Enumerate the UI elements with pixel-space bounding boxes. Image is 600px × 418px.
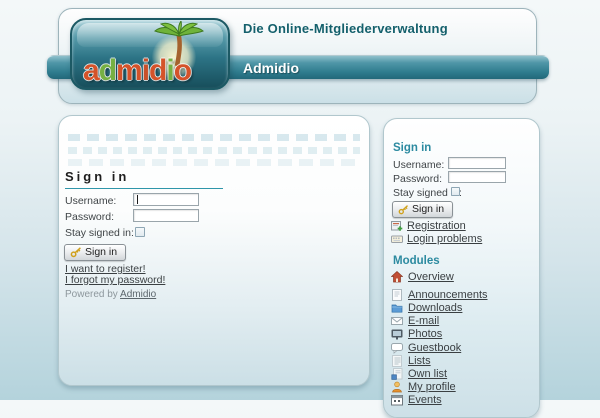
page-title: Sign in (65, 169, 223, 189)
registration-link[interactable]: Registration (407, 220, 466, 232)
logo-wordmark: admidio (83, 54, 192, 87)
keyboard-icon (391, 235, 403, 243)
calendar-icon (391, 395, 403, 406)
module-item-announcements: Announcements (391, 288, 488, 301)
key-icon (70, 247, 81, 258)
login-problems-link[interactable]: Login problems (407, 233, 482, 245)
envelope-icon (391, 317, 403, 326)
watermark-texture (68, 147, 360, 154)
watermark-texture (68, 134, 360, 141)
list-icon (392, 354, 402, 367)
module-item-photos: Photos (391, 328, 488, 341)
powered-by: Powered by Admidio (65, 289, 156, 300)
announcement-icon (392, 288, 402, 301)
module-link-my-profile[interactable]: My profile (408, 381, 456, 393)
sidebar-password-input[interactable] (448, 171, 506, 183)
organization-name: Admidio (243, 60, 299, 76)
module-item-my-profile: My profile (391, 381, 488, 394)
module-item-email: E-mail (391, 315, 488, 328)
module-item-downloads: Downloads (391, 301, 488, 314)
speech-bubble-icon (391, 342, 403, 354)
sidebar-sign-in-button[interactable]: Sign in (392, 201, 454, 218)
login-problems-row: Login problems (391, 233, 482, 245)
sidebar-modules-title: Modules (393, 255, 440, 267)
admidio-logo[interactable]: admidio (70, 18, 230, 90)
module-link-email[interactable]: E-mail (408, 315, 439, 327)
sidebar-password-wrap (448, 171, 506, 183)
password-field-wrap (133, 209, 199, 222)
module-link-overview[interactable]: Overview (408, 271, 454, 283)
sidebar-username-wrap (448, 157, 506, 169)
module-link-downloads[interactable]: Downloads (408, 302, 462, 314)
logo-letter: a (83, 54, 100, 87)
module-link-own-list[interactable]: Own list (408, 368, 447, 380)
module-item-events: Events (391, 394, 488, 407)
sidebar-sign-in-button-label: Sign in (412, 203, 445, 215)
sign-in-button-label: Sign in (85, 246, 118, 258)
site-tagline: Die Online-Mitgliederverwaltung (243, 21, 448, 36)
module-item-lists: Lists (391, 354, 488, 367)
registration-row: Registration (391, 220, 466, 232)
own-list-icon (391, 367, 403, 380)
logo-letter: d (98, 54, 117, 87)
module-link-lists[interactable]: Lists (408, 355, 431, 367)
registration-icon (391, 221, 403, 231)
forgot-password-link[interactable]: I forgot my password! (65, 274, 165, 286)
sidebar-stay-signed-in-checkbox[interactable] (451, 187, 460, 196)
logo-letter: o (173, 54, 192, 87)
stay-signed-in-label: Stay signed in: (65, 227, 134, 239)
key-icon (398, 204, 409, 214)
folder-icon (391, 304, 403, 313)
text-caret (137, 195, 138, 204)
sign-in-button[interactable]: Sign in (64, 244, 127, 261)
module-link-guestbook[interactable]: Guestbook (408, 342, 461, 354)
photo-icon (391, 329, 403, 340)
modules-list: Overview Announcements Downloads E-mail (391, 270, 488, 407)
module-link-photos[interactable]: Photos (408, 328, 442, 340)
sidebar-username-input[interactable] (448, 157, 506, 169)
powered-by-text: Powered by (65, 289, 118, 300)
sidebar: Sign in Username: Password: Stay signed … (383, 118, 540, 418)
watermark-texture (68, 159, 360, 166)
main-login-panel: Sign in Username: Password: Stay signed … (58, 115, 370, 386)
username-label: Username: (65, 195, 117, 207)
logo-letter: i (166, 54, 174, 87)
module-item-overview: Overview (391, 270, 488, 283)
logo-letter: i (141, 54, 150, 87)
admidio-link[interactable]: Admidio (120, 289, 156, 300)
password-input[interactable] (133, 209, 199, 222)
sidebar-password-label: Password: (393, 173, 443, 185)
username-input[interactable] (133, 193, 199, 206)
module-item-guestbook: Guestbook (391, 341, 488, 354)
module-link-events[interactable]: Events (408, 394, 442, 406)
logo-letter: m (116, 54, 143, 87)
username-field-wrap (133, 193, 199, 206)
password-label: Password: (65, 211, 115, 223)
sidebar-signin-title: Sign in (393, 142, 432, 154)
person-icon (392, 381, 402, 393)
house-icon (391, 270, 403, 282)
module-item-own-list: Own list (391, 367, 488, 380)
stay-signed-in-checkbox[interactable] (135, 227, 145, 237)
logo-letter: d (149, 54, 167, 87)
module-link-announcements[interactable]: Announcements (408, 289, 488, 301)
sidebar-username-label: Username: (393, 159, 445, 171)
